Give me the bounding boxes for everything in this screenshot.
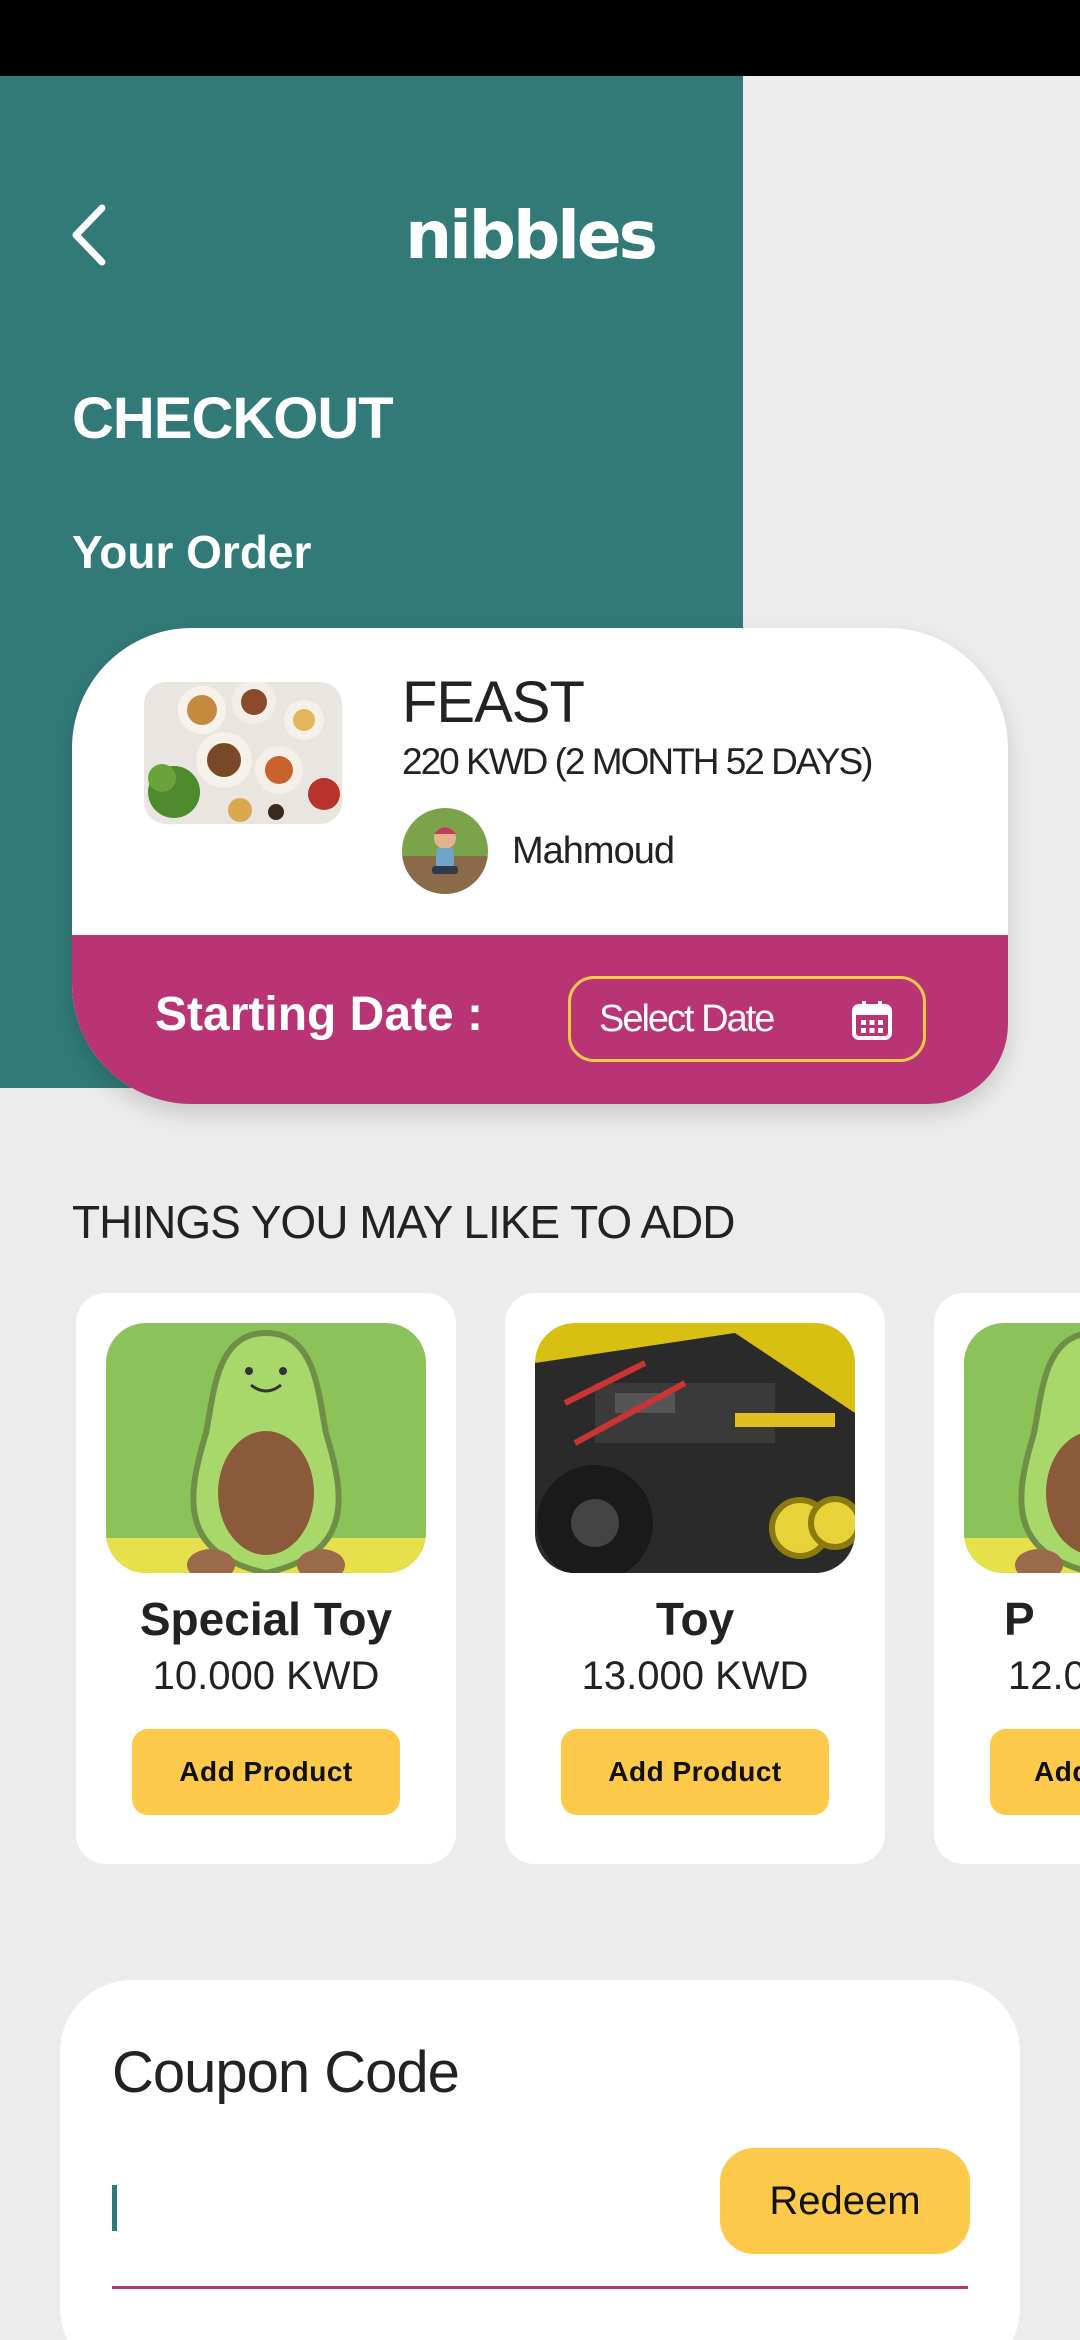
product-name: Special Toy (139, 1593, 393, 1645)
order-plan-price: 220 KWD (2 MONTH 52 DAYS) (402, 741, 873, 782)
product-price: 13.000 KWD (581, 1654, 809, 1698)
add-product-button[interactable]: Add (990, 1729, 1080, 1815)
product-name: P (1004, 1593, 1035, 1645)
app-logo: nibbles (405, 197, 658, 274)
coupon-title: Coupon Code (112, 2040, 460, 2105)
order-plan-name: FEAST (402, 670, 585, 735)
add-product-button[interactable]: Add Product (561, 1729, 829, 1815)
order-card: FEAST 220 KWD (2 MONTH 52 DAYS) Mahmoud … (72, 628, 1008, 1104)
product-image (535, 1323, 855, 1573)
product-name: Toy (655, 1593, 735, 1645)
product-image (964, 1323, 1080, 1573)
suggestions-title: THINGS YOU MAY LIKE TO ADD (72, 1196, 735, 1248)
status-bar (0, 0, 1080, 76)
coupon-card: Coupon Code Redeem (60, 1980, 1020, 2340)
calendar-icon (852, 1001, 892, 1040)
add-product-button[interactable]: Add Product (132, 1729, 400, 1815)
back-button[interactable] (58, 200, 118, 270)
starting-date-label: Starting Date : (155, 988, 484, 1041)
avatar (402, 808, 488, 894)
product-card[interactable]: Special Toy 10.000 KWD Add Product (76, 1293, 456, 1864)
select-date-label: Select Date (599, 997, 775, 1040)
text-cursor (112, 2185, 117, 2231)
select-date-button[interactable]: Select Date (568, 976, 926, 1062)
coupon-input[interactable] (112, 2154, 712, 2258)
product-card[interactable]: P 12.0 Add (934, 1293, 1080, 1864)
order-image (144, 682, 342, 824)
product-price: 12.0 (1008, 1654, 1080, 1698)
starting-date-bar: Starting Date : Select Date (72, 935, 1008, 1104)
coupon-input-underline (112, 2286, 968, 2289)
product-card[interactable]: Toy 13.000 KWD Add Product (505, 1293, 885, 1864)
product-price: 10.000 KWD (152, 1654, 380, 1698)
chevron-left-icon (72, 204, 106, 266)
child-name: Mahmoud (512, 830, 675, 872)
product-image (106, 1323, 426, 1573)
section-title-your-order: Your Order (72, 526, 312, 578)
redeem-button[interactable]: Redeem (720, 2148, 970, 2254)
page-title: CHECKOUT (72, 386, 394, 451)
